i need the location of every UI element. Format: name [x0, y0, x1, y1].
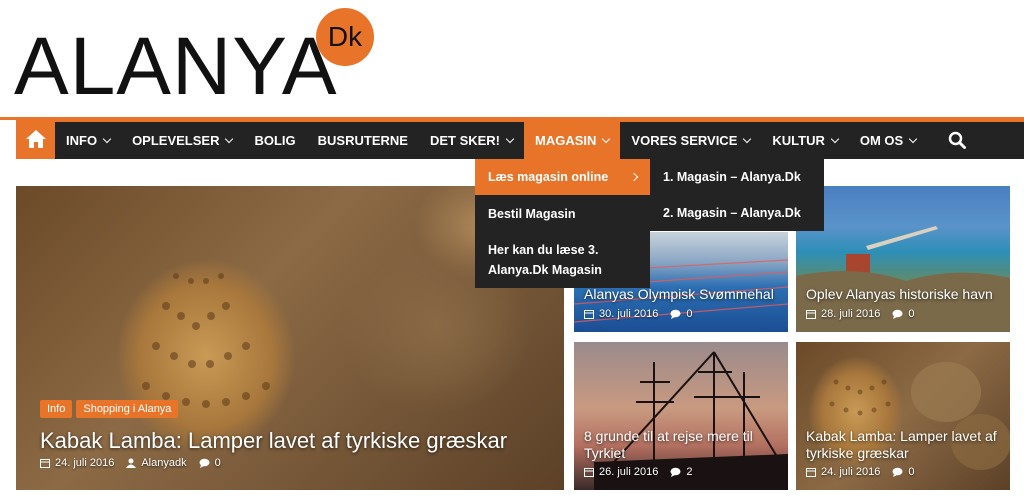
category-tags: Info Shopping i Alanya — [40, 400, 179, 418]
dropdown-item-label: Læs magasin online — [488, 170, 609, 184]
calendar-icon — [40, 459, 50, 468]
post-meta: 24. juli 2016 0 — [806, 466, 914, 478]
post-comments-count: 0 — [908, 308, 915, 320]
post-date-text: 30. juli 2016 — [599, 308, 659, 320]
nav-item-om-os[interactable]: OM OS — [849, 122, 927, 159]
site-logo[interactable]: ALANYA — [14, 26, 338, 108]
comment-icon — [892, 467, 903, 477]
post-tile[interactable]: Kabak Lamba: Lamper lavet af tyrkiske gr… — [796, 342, 1010, 490]
post-date[interactable]: 24. juli 2016 — [806, 466, 880, 478]
home-icon — [25, 130, 46, 148]
nav-item-det-sker[interactable]: DET SKER! — [419, 122, 524, 159]
category-tag-info[interactable]: Info — [40, 400, 73, 418]
nav-item-label: KULTUR — [772, 133, 825, 148]
calendar-icon — [584, 468, 594, 477]
search-icon[interactable] — [948, 131, 966, 149]
dropdown-item-bestil-magasin[interactable]: Bestil Magasin — [475, 195, 650, 232]
calendar-icon — [584, 310, 594, 319]
post-title[interactable]: Kabak Lamba: Lamper lavet af tyrkiske gr… — [806, 428, 1010, 462]
nav-item-label: VORES SERVICE — [631, 133, 738, 148]
nav-item-busruterne[interactable]: BUSRUTERNE — [307, 122, 419, 159]
nav-item-label: DET SKER! — [429, 133, 501, 148]
nav-home-button[interactable] — [16, 119, 55, 159]
post-author-text: Alanyadk — [141, 457, 187, 469]
post-meta: 26. juli 2016 2 — [584, 466, 692, 478]
comment-icon — [892, 309, 903, 319]
comment-icon — [199, 458, 210, 468]
nav-item-info[interactable]: INFO — [55, 122, 121, 159]
post-meta: 24. juli 2016 Alanyadk 0 — [40, 457, 221, 469]
post-date-text: 24. juli 2016 — [821, 466, 881, 478]
chevron-right-icon — [629, 172, 639, 182]
calendar-icon — [806, 468, 816, 477]
nav-item-label: OPLEVELSER — [132, 133, 220, 148]
chevron-down-icon — [225, 134, 234, 143]
chevron-down-icon — [743, 134, 752, 143]
submenu-item-magasin-1[interactable]: 1. Magasin – Alanya.Dk — [650, 159, 824, 195]
post-title[interactable]: Oplev Alanyas historiske havn — [806, 286, 993, 303]
nav-item-label: OM OS — [859, 133, 904, 148]
nav-item-label: INFO — [66, 133, 98, 148]
post-author[interactable]: Alanyadk — [126, 457, 187, 469]
magasin-dropdown: Læs magasin online Bestil Magasin Her ka… — [475, 159, 650, 288]
post-comments-count: 0 — [908, 466, 915, 478]
calendar-icon — [806, 310, 816, 319]
post-comments-count: 0 — [214, 457, 221, 469]
post-comments-count: 0 — [686, 308, 693, 320]
post-title[interactable]: Alanyas Olympisk Svømmehal — [584, 286, 774, 303]
nav-item-oplevelser[interactable]: OPLEVELSER — [121, 122, 243, 159]
post-comments[interactable]: 2 — [670, 466, 692, 478]
post-comments[interactable]: 0 — [670, 308, 692, 320]
dropdown-item-label: Bestil Magasin — [488, 206, 576, 221]
user-icon — [126, 458, 137, 468]
post-comments[interactable]: 0 — [892, 466, 914, 478]
post-date-text: 28. juli 2016 — [821, 308, 881, 320]
post-meta: 30. juli 2016 0 — [584, 308, 692, 320]
nav-item-magasin[interactable]: MAGASIN — [524, 122, 621, 159]
post-date[interactable]: 24. juli 2016 — [40, 457, 114, 469]
nav-item-label: BUSRUTERNE — [317, 133, 408, 148]
post-date[interactable]: 28. juli 2016 — [806, 308, 880, 320]
chevron-down-icon — [102, 134, 112, 143]
post-date[interactable]: 30. juli 2016 — [584, 308, 658, 320]
logo-badge: Dk — [316, 8, 374, 66]
comment-icon — [670, 467, 681, 477]
chevron-down-icon — [908, 134, 918, 143]
post-comments[interactable]: 0 — [892, 308, 914, 320]
nav-item-kultur[interactable]: KULTUR — [761, 122, 848, 159]
post-comments-count: 2 — [686, 466, 693, 478]
site-header: ALANYA Dk — [0, 0, 1024, 118]
post-date-text: 26. juli 2016 — [599, 466, 659, 478]
nav-item-vores-service[interactable]: VORES SERVICE — [620, 122, 761, 159]
submenu-item-magasin-2[interactable]: 2. Magasin – Alanya.Dk — [650, 195, 824, 231]
chevron-down-icon — [505, 134, 515, 143]
magasin-submenu: 1. Magasin – Alanya.Dk 2. Magasin – Alan… — [650, 159, 824, 231]
featured-post-title[interactable]: Kabak Lamba: Lamper lavet af tyrkiske gr… — [40, 428, 507, 454]
comment-icon — [670, 309, 681, 319]
post-date[interactable]: 26. juli 2016 — [584, 466, 658, 478]
nav-item-label: MAGASIN — [535, 133, 597, 148]
nav-item-label: BOLIG — [254, 133, 296, 148]
post-comments[interactable]: 0 — [199, 457, 221, 469]
nav-item-bolig[interactable]: BOLIG — [243, 122, 306, 159]
chevron-down-icon — [830, 134, 840, 143]
post-meta: 28. juli 2016 0 — [806, 308, 914, 320]
post-title[interactable]: 8 grunde til at rejse mere til Tyrkiet — [584, 428, 788, 462]
post-tile[interactable]: Oplev Alanyas historiske havn 28. juli 2… — [796, 186, 1010, 332]
post-date-text: 24. juli 2016 — [55, 457, 115, 469]
main-navigation: INFO OPLEVELSER BOLIG BUSRUTERNE DET SKE… — [16, 119, 1024, 159]
post-tile[interactable]: 8 grunde til at rejse mere til Tyrkiet 2… — [574, 342, 788, 490]
dropdown-item-laes-magasin[interactable]: Læs magasin online — [475, 159, 650, 195]
chevron-down-icon — [602, 134, 611, 143]
category-tag-shopping[interactable]: Shopping i Alanya — [76, 400, 179, 418]
dropdown-item-laes-3-magasin[interactable]: Her kan du læse 3. Alanya.Dk Magasin — [475, 232, 650, 288]
dropdown-item-label: Her kan du læse 3. Alanya.Dk Magasin — [488, 243, 602, 277]
